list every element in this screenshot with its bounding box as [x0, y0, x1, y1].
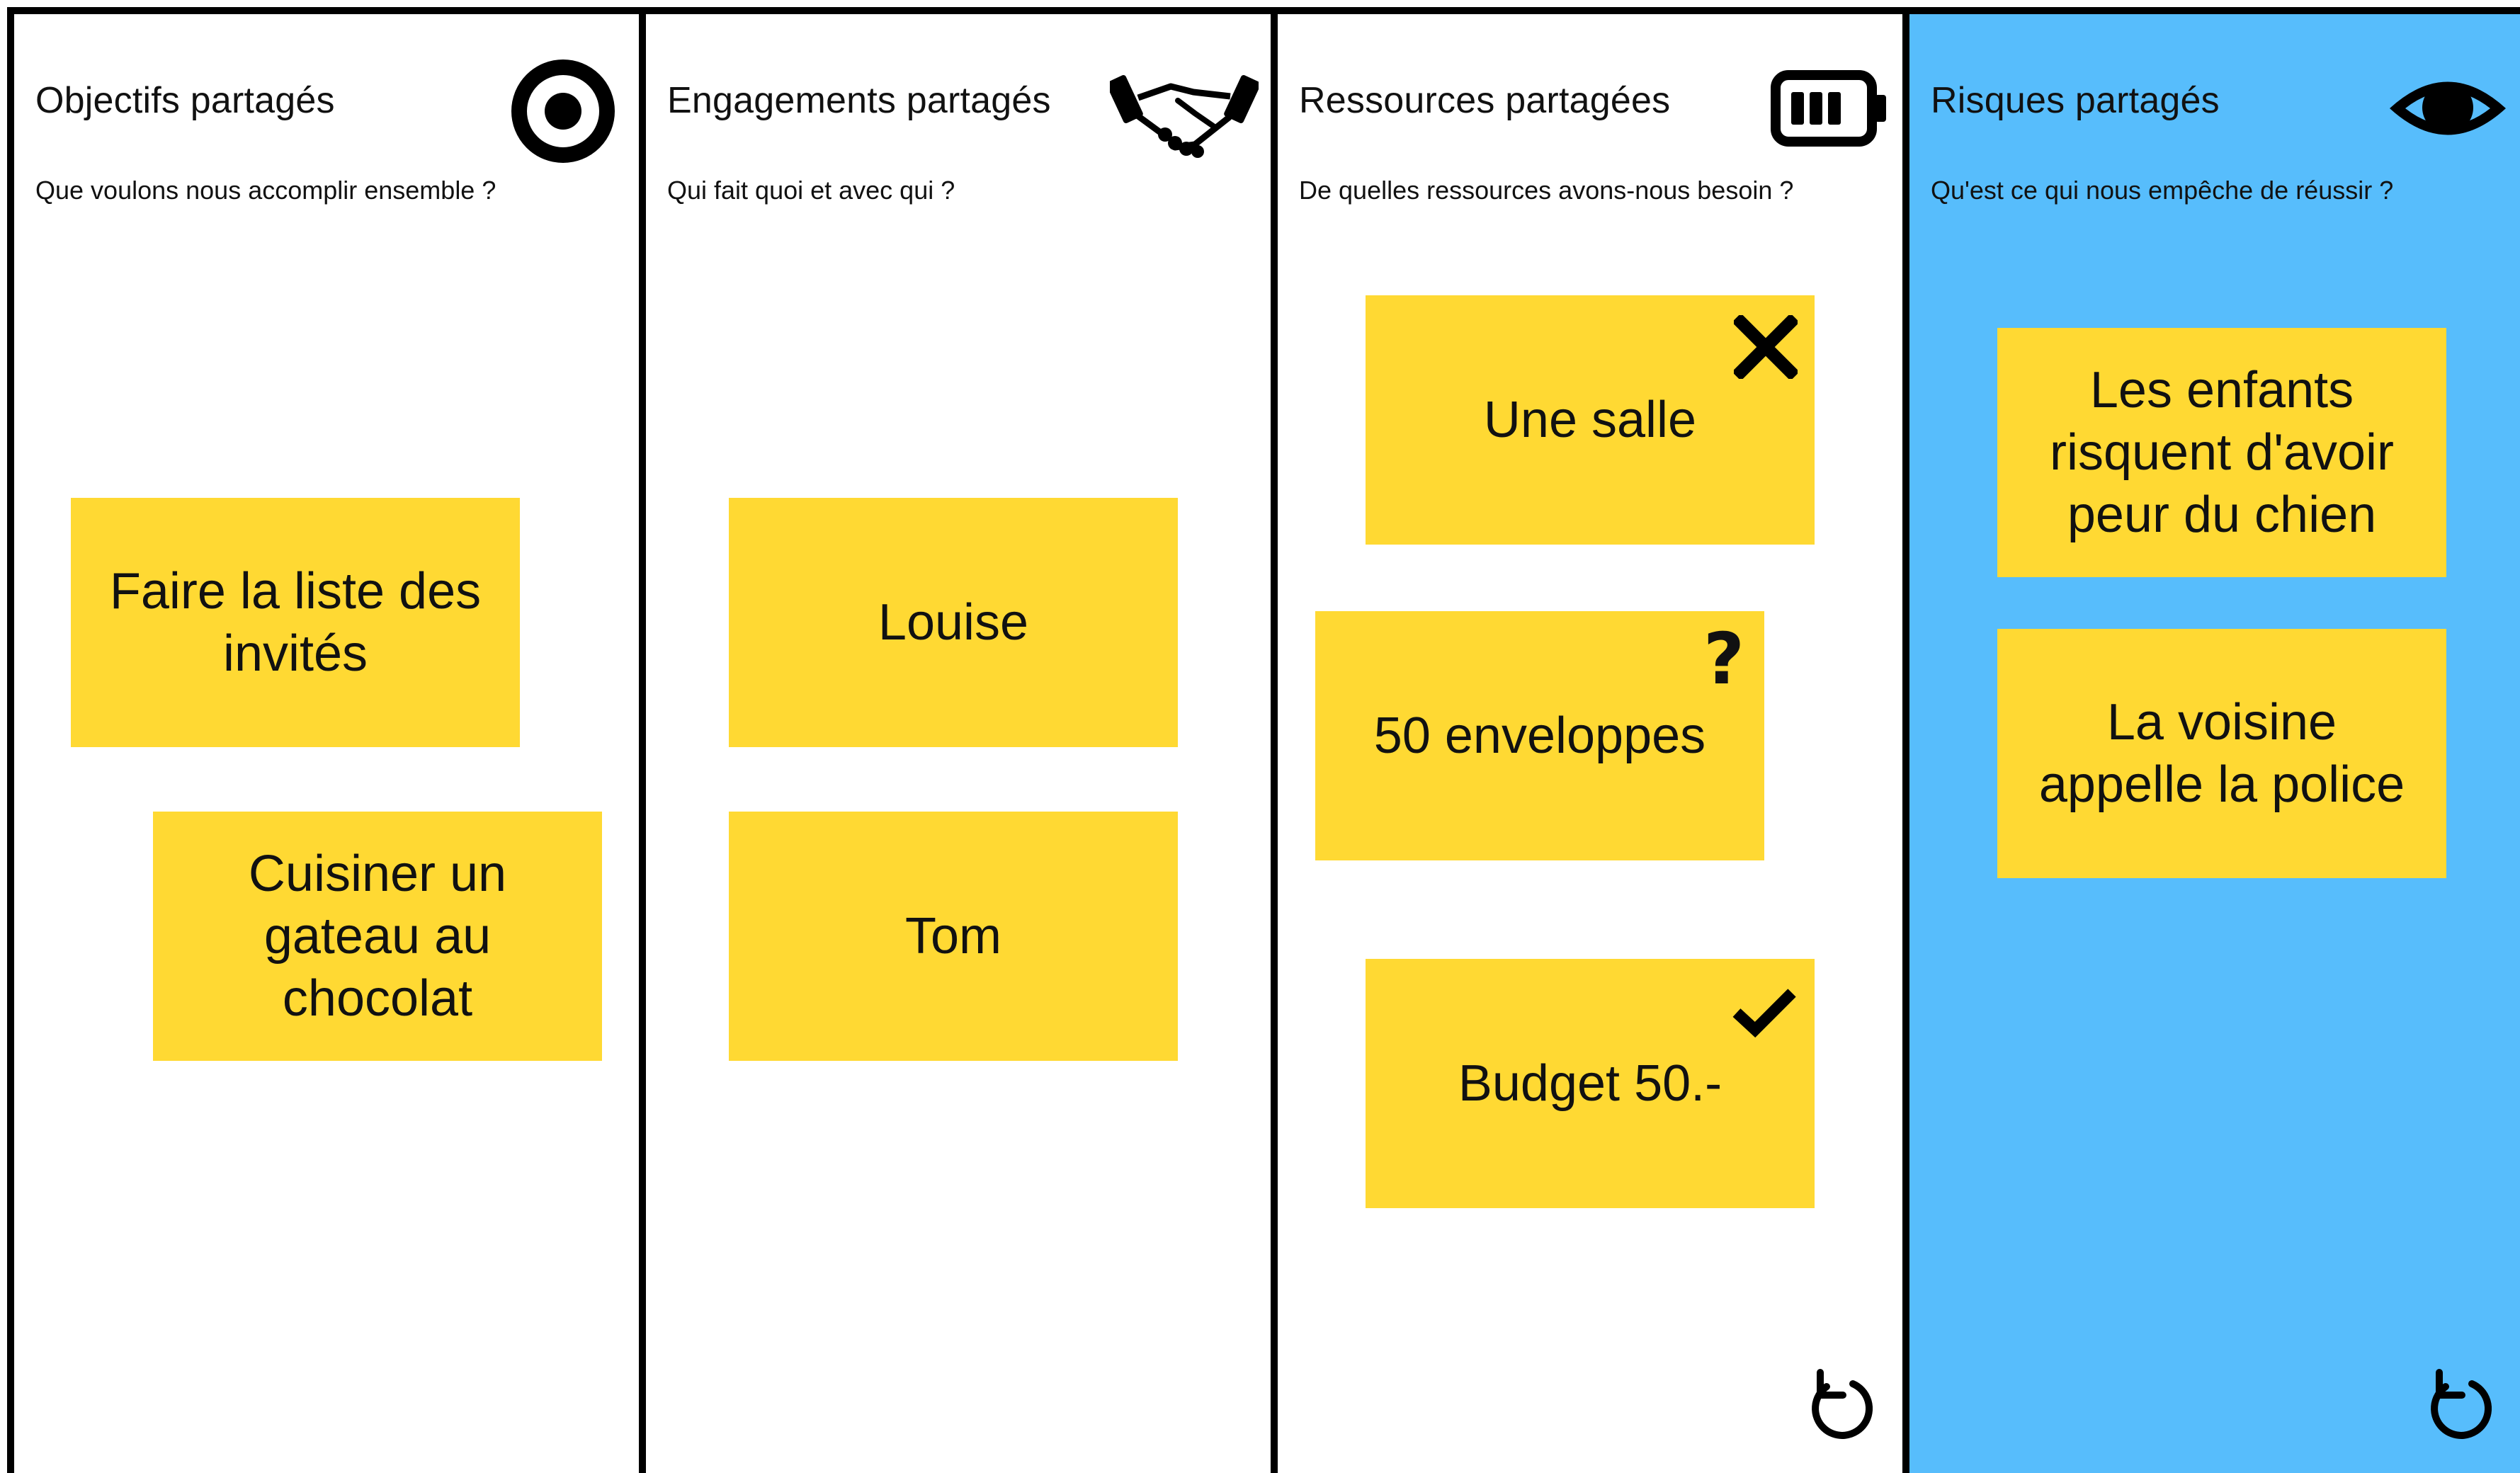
handshake-icon: [1110, 74, 1259, 158]
column-title: Risques partagés: [1931, 80, 2220, 121]
sticky-note[interactable]: Budget 50.-: [1366, 959, 1815, 1208]
note-text: 50 enveloppes: [1373, 707, 1706, 764]
check-icon: [1732, 989, 1796, 1038]
column-subtitle: De quelles ressources avons-nous besoin …: [1299, 176, 1794, 205]
column-title: Engagements partagés: [667, 80, 1051, 121]
note-text: Cuisiner un gateau au chocolat: [248, 846, 507, 1027]
note-text: Une salle: [1483, 392, 1697, 448]
column-title: Objectifs partagés: [35, 80, 335, 121]
battery-icon: [1771, 70, 1886, 147]
column-title: Ressources partagées: [1299, 80, 1671, 121]
column-subtitle: Que voulons nous accomplir ensemble ?: [35, 176, 496, 205]
sticky-note[interactable]: Une salle: [1366, 295, 1815, 545]
sticky-note[interactable]: Faire la liste des invités: [71, 498, 520, 747]
column-subtitle: Qu'est ce qui nous empêche de réussir ?: [1931, 176, 2394, 205]
column-ressources: Ressources partagées De quelles ressourc…: [1271, 7, 1908, 1473]
note-text: Tom: [904, 908, 1002, 965]
reset-icon[interactable]: [1802, 1367, 1880, 1445]
sticky-note[interactable]: Les enfants risquent d'avoir peur du chi…: [1997, 328, 2446, 577]
note-text: Faire la liste des invités: [109, 563, 482, 682]
note-text: La voisine appelle la police: [2038, 694, 2405, 813]
sticky-note[interactable]: Tom: [729, 812, 1178, 1061]
sticky-note[interactable]: 50 enveloppes ?: [1315, 611, 1764, 860]
column-engagements: Engagements partagés Qui fait quoi et av…: [639, 7, 1276, 1473]
column-objectifs: Objectifs partagés Que voulons nous acco…: [7, 7, 645, 1473]
note-text: Louise: [878, 594, 1029, 651]
note-text: Les enfants risquent d'avoir peur du chi…: [2050, 362, 2394, 543]
reset-icon[interactable]: [2421, 1367, 2499, 1445]
cross-icon: [1734, 315, 1798, 379]
column-subtitle: Qui fait quoi et avec qui ?: [667, 176, 955, 205]
column-risques: Risques partagés Qu'est ce qui nous empê…: [1902, 7, 2520, 1473]
board: Objectifs partagés Que voulons nous acco…: [0, 0, 2520, 1473]
target-icon: [511, 59, 615, 163]
sticky-note[interactable]: La voisine appelle la police: [1997, 629, 2446, 878]
sticky-note[interactable]: Louise: [729, 498, 1178, 747]
sticky-note[interactable]: Cuisiner un gateau au chocolat: [153, 812, 602, 1061]
eye-icon: [2390, 81, 2506, 135]
question-icon: ?: [1703, 618, 1745, 700]
note-text: Budget 50.-: [1458, 1055, 1722, 1112]
